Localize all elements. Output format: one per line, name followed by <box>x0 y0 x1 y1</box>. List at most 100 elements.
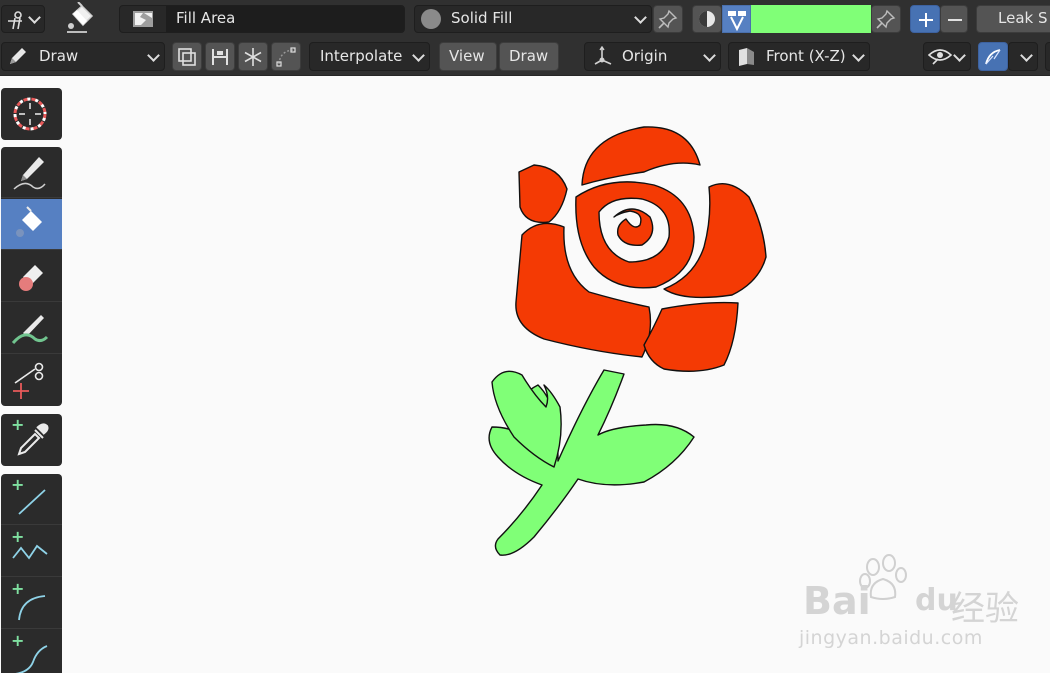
color-mode-toggle[interactable] <box>692 5 722 33</box>
watermark-url: jingyan.baidu.com <box>799 627 983 649</box>
plus-icon <box>919 13 933 27</box>
pencil-icon <box>10 48 26 64</box>
material-sphere-icon <box>699 11 715 27</box>
front-plane-icon <box>739 48 754 66</box>
rose-flower <box>515 126 767 372</box>
pin-icon <box>658 9 678 29</box>
line-icon <box>18 489 46 515</box>
add-mode-button[interactable] <box>910 5 940 33</box>
tool-draw-button[interactable] <box>1 147 62 198</box>
freeze-button[interactable] <box>238 42 268 71</box>
tool-group-shapes: + + + + <box>1 474 62 673</box>
interpolate-label: Interpolate <box>320 47 403 65</box>
rose-petal-left-upper <box>518 164 568 224</box>
curve-edit-icon <box>985 49 1001 65</box>
origin-dropdown[interactable]: Origin <box>584 42 721 71</box>
interpolate-dropdown[interactable]: Interpolate <box>309 42 430 71</box>
rose-stem <box>488 369 695 556</box>
eraser-icon <box>19 265 43 291</box>
tool-tint-button[interactable] <box>1 303 62 354</box>
origin-axes-icon <box>594 46 612 65</box>
brush-name-field[interactable]: Fill Area <box>166 6 404 32</box>
tool-line-button[interactable]: + <box>1 474 62 525</box>
edit-lines-icon <box>212 49 228 65</box>
chevron-down-icon <box>1020 48 1033 62</box>
curve-icon <box>15 645 48 673</box>
brush-tint-icon <box>11 315 49 345</box>
chevron-down-icon <box>634 11 647 24</box>
chevron-down-icon <box>147 48 160 62</box>
chevron-down-icon <box>28 11 41 24</box>
orientation-dropdown[interactable]: Front (X-Z) <box>728 42 870 71</box>
fill-bucket-icon <box>16 206 42 237</box>
viewport-canvas[interactable]: Bai du 经验 jingyan.baidu.com <box>64 77 1050 673</box>
watermark-jingyan-cn: 经验 <box>951 589 1019 629</box>
draw-menu-label: Draw <box>509 47 549 65</box>
view-menu[interactable]: View <box>439 42 497 71</box>
cursor-icon <box>13 97 47 131</box>
watermark-bai: Bai <box>803 579 871 623</box>
tool-cursor-button[interactable] <box>1 88 62 140</box>
arc-icon <box>18 595 46 621</box>
header-row-2: Draw Interpolate View Draw Origin Front … <box>0 38 1050 76</box>
leak-size-label: Leak S <box>998 9 1048 27</box>
draw-mode-label: Draw <box>39 47 79 65</box>
visibility-dropdown[interactable] <box>923 42 971 71</box>
tool-group-cursor <box>1 88 62 140</box>
eyedropper-icon <box>17 423 49 456</box>
brush-preview-icon <box>133 11 153 27</box>
multiframe-button[interactable] <box>172 42 202 71</box>
tool-group-draw <box>1 147 62 406</box>
curve-guide-icon <box>276 47 296 67</box>
grease-pencil-object-icon <box>8 11 22 30</box>
chevron-down-icon <box>852 48 865 62</box>
tool-group-eyedropper: + <box>1 414 62 466</box>
tool-eyedropper-button[interactable]: + <box>1 414 62 466</box>
eye-icon <box>928 49 952 65</box>
material-preview-icon <box>421 9 441 29</box>
tool-curve-button[interactable]: + <box>1 630 62 673</box>
minus-icon <box>948 19 962 21</box>
tool-arc-button[interactable]: + <box>1 578 62 629</box>
orientation-label: Front (X-Z) <box>766 47 846 65</box>
chevron-down-icon <box>412 48 425 62</box>
guides-button[interactable] <box>271 42 301 71</box>
tool-fill-button[interactable] <box>1 199 62 250</box>
chevron-down-icon <box>953 48 966 62</box>
brush-selector[interactable]: Fill Area <box>119 5 405 33</box>
draw-menu[interactable]: Draw <box>499 42 559 71</box>
pin-color-button[interactable] <box>871 5 901 33</box>
vertex-paint-icon <box>728 11 746 31</box>
pin-icon <box>876 9 896 29</box>
rose-center <box>613 208 654 246</box>
baidu-watermark: Bai du 经验 jingyan.baidu.com <box>799 547 1049 649</box>
polyline-icon <box>12 544 48 560</box>
edit-lines-button[interactable] <box>205 42 235 71</box>
tool-cutter-button[interactable] <box>1 355 62 406</box>
overlay-dropdown-edge[interactable] <box>1045 42 1050 71</box>
object-mode-dropdown[interactable] <box>1 5 45 33</box>
fill-color-swatch[interactable] <box>751 5 871 33</box>
tool-erase-button[interactable] <box>1 251 62 302</box>
view-menu-label: View <box>449 47 485 65</box>
multiframe-icon <box>178 48 196 66</box>
scissors-icon <box>13 362 44 399</box>
pencil-icon <box>13 157 46 190</box>
rose-petal-top <box>581 126 701 186</box>
leak-size-field[interactable]: Leak S <box>976 5 1050 33</box>
material-selector[interactable]: Solid Fill <box>414 5 652 33</box>
curve-tool-toggle[interactable] <box>978 42 1008 71</box>
fill-bucket-icon[interactable] <box>63 2 97 36</box>
subtract-mode-button[interactable] <box>940 5 968 33</box>
origin-label: Origin <box>622 47 668 65</box>
curve-options-dropdown[interactable] <box>1008 42 1038 71</box>
pin-material-button[interactable] <box>653 5 683 33</box>
brush-name-text: Fill Area <box>176 9 236 27</box>
snowflake-icon <box>244 48 262 66</box>
vertex-color-toggle[interactable] <box>722 5 751 33</box>
chevron-down-icon <box>703 48 716 62</box>
tool-polyline-button[interactable]: + <box>1 526 62 577</box>
material-name-text: Solid Fill <box>451 9 513 27</box>
rose-petal-bottom-right <box>643 301 739 372</box>
draw-mode-dropdown[interactable]: Draw <box>1 42 165 71</box>
